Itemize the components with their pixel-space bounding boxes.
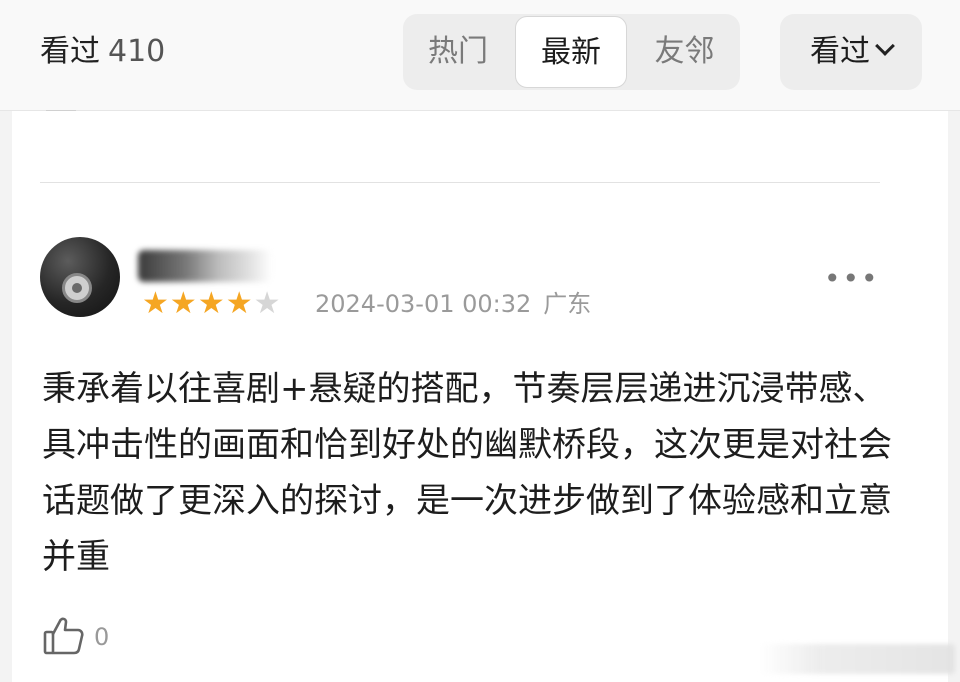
avatar-emblem (62, 273, 92, 303)
watermark-blurred (760, 644, 955, 674)
avatar[interactable] (40, 237, 120, 317)
filter-label: 看过 (810, 34, 870, 69)
review-list: ★★★★★ 2024-03-01 00:32 广东 ••• 秉承着以往喜剧+悬疑的… (12, 111, 948, 682)
username-blurred[interactable] (138, 250, 272, 282)
watched-filter-dropdown[interactable]: 看过 (780, 14, 922, 90)
star-full-icon: ★ (169, 286, 198, 321)
star-full-icon: ★ (225, 286, 254, 321)
like-count: 0 (94, 623, 110, 651)
tab-friends[interactable]: 友邻 (629, 14, 740, 90)
watched-count: 看过 410 (40, 30, 165, 74)
tab-hot[interactable]: 热门 (403, 14, 513, 90)
review-date: 2024-03-01 00:32 (315, 290, 532, 318)
tab-latest[interactable]: 最新 (515, 16, 627, 88)
thumbs-up-icon (43, 617, 84, 655)
star-empty-icon: ★ (253, 286, 282, 321)
partial-icon (46, 96, 76, 112)
star-full-icon: ★ (142, 286, 170, 321)
watched-label: 看过 (40, 34, 100, 69)
chevron-down-icon (875, 36, 895, 56)
star-full-icon: ★ (197, 286, 226, 321)
review-meta: 2024-03-01 00:32 广东 (315, 287, 591, 321)
divider (40, 182, 880, 183)
star-rating: ★★★★★ (142, 287, 282, 321)
more-options-icon[interactable]: ••• (824, 265, 878, 293)
review-text: 秉承着以往喜剧+悬疑的搭配，节奏层层递进沉浸带感、具冲击性的画面和恰到好处的幽默… (42, 369, 892, 577)
sort-tabs: 热门 最新 友邻 (403, 14, 740, 90)
watched-number: 410 (108, 34, 166, 69)
review-location: 广东 (543, 290, 592, 318)
top-bar: 看过 410 热门 最新 友邻 看过 (0, 0, 960, 112)
